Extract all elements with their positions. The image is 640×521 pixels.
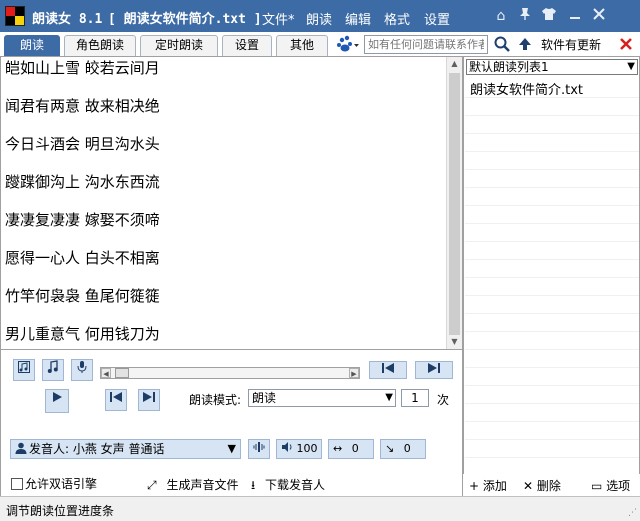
repeat-count-input[interactable]: 1 xyxy=(401,389,429,407)
speed-icon: ↔ xyxy=(333,442,343,455)
playlist-select[interactable]: 默认朗读列表1 ▼ xyxy=(466,59,638,75)
music-file-icon[interactable] xyxy=(13,359,35,381)
volume-control[interactable]: 100 xyxy=(276,439,322,459)
pitch-value: 0 xyxy=(403,442,411,455)
add-button[interactable]: + 添加 xyxy=(469,477,507,494)
status-text: 调节朗读位置进度条 xyxy=(6,504,115,518)
playlist-actions: + 添加 ✕ 删除 ▭ 选项 xyxy=(463,474,640,496)
minimize-icon[interactable] xyxy=(566,7,584,25)
shirt-icon[interactable] xyxy=(540,7,558,25)
music-note-icon[interactable] xyxy=(42,359,64,381)
voice-select[interactable]: 发音人: 小燕 女声 普通话 ▼ xyxy=(10,439,241,459)
generate-audio-button[interactable]: ⤢ 生成声音文件 xyxy=(147,476,238,493)
speaker-waves-icon[interactable] xyxy=(248,439,270,459)
generate-audio-label: 生成声音文件 xyxy=(166,478,239,492)
app-logo xyxy=(5,6,25,26)
mode-select[interactable]: 朗读 ▼ xyxy=(248,389,396,407)
playback-controls: ◀ ▶ 朗读模式: 朗读 ▼ 1 次 发音人: 小燕 女声 普通话 ▼ 100 xyxy=(0,350,463,496)
text-editor[interactable]: 皑如山上雪 皎若云间月 闻君有两意 故来相决绝 今日斗酒会 明旦沟水头 躞蹀御沟… xyxy=(0,56,463,350)
tab-settings[interactable]: 设置 xyxy=(222,35,272,56)
resize-grip-icon[interactable]: ⋰ xyxy=(628,508,637,518)
chevron-down-icon: ▼ xyxy=(227,442,236,455)
download-voice-button[interactable]: ⭳ 下载发音人 xyxy=(251,476,325,497)
microphone-icon[interactable] xyxy=(71,359,93,381)
progress-slider[interactable]: ◀ ▶ xyxy=(100,367,360,379)
document-title: [ 朗读女软件简介.txt ] xyxy=(108,12,262,27)
delete-button[interactable]: ✕ 删除 xyxy=(523,477,561,494)
add-label: 添加 xyxy=(482,479,507,493)
menu-file[interactable]: 文件* xyxy=(262,9,295,28)
volume-icon xyxy=(281,441,293,459)
search-field[interactable] xyxy=(364,35,488,54)
scroll-up-icon[interactable]: ▲ xyxy=(447,57,462,71)
mode-select-value: 朗读 xyxy=(252,391,277,405)
skip-forward-button[interactable] xyxy=(415,361,453,379)
chevron-down-icon: ▼ xyxy=(385,392,393,403)
menu-edit[interactable]: 编辑 xyxy=(345,9,371,28)
text-line: 今日斗酒会 明旦沟水头 xyxy=(5,135,160,153)
volume-value: 100 xyxy=(296,442,318,455)
window-icon: ▭ xyxy=(591,479,603,493)
checkbox[interactable] xyxy=(11,478,23,490)
search-icon[interactable] xyxy=(493,35,511,53)
app-title: 朗读女 8.1 xyxy=(32,12,103,27)
paw-icon[interactable] xyxy=(336,35,360,54)
scroll-down-icon[interactable]: ▼ xyxy=(447,335,462,349)
next-button[interactable] xyxy=(138,389,160,411)
close-icon[interactable] xyxy=(590,7,608,25)
text-line: 躞蹀御沟上 沟水东西流 xyxy=(5,173,160,191)
update-icon[interactable] xyxy=(518,37,532,51)
repeat-unit-label: 次 xyxy=(437,393,450,407)
person-icon xyxy=(15,441,27,454)
tab-other[interactable]: 其他 xyxy=(276,35,328,56)
options-button[interactable]: ▭ 选项 xyxy=(591,477,630,494)
playlist-select-value: 默认朗读列表1 xyxy=(469,60,549,74)
update-link[interactable]: 软件有更新 xyxy=(541,36,601,53)
generate-icon: ⤢ xyxy=(147,478,157,492)
menu-read[interactable]: 朗读 xyxy=(306,9,332,28)
playlist-panel: 默认朗读列表1 ▼ 朗读女软件简介.txt xyxy=(463,56,640,496)
close-panel-icon[interactable] xyxy=(618,36,634,52)
search-input[interactable] xyxy=(368,38,484,51)
download-icon: ⭳ xyxy=(251,478,256,492)
download-voice-label: 下载发音人 xyxy=(265,478,326,492)
mode-label: 朗读模式: xyxy=(189,393,242,407)
text-line: 皑如山上雪 皎若云间月 xyxy=(5,59,160,77)
tab-timed-read[interactable]: 定时朗读 xyxy=(140,35,218,56)
pin-icon[interactable] xyxy=(516,7,534,25)
text-line: 男儿重意气 何用钱刀为 xyxy=(5,325,160,343)
text-line: 竹竿何袅袅 鱼尾何簁簁 xyxy=(5,287,160,305)
text-line: 凄凄复凄凄 嫁娶不须啼 xyxy=(5,211,160,229)
tab-read[interactable]: 朗读 xyxy=(4,35,60,56)
speed-value: 0 xyxy=(351,442,359,455)
dual-engine-toggle[interactable]: 允许双语引擎 xyxy=(11,475,97,492)
playlist-item[interactable]: 朗读女软件简介.txt xyxy=(470,79,583,98)
play-button[interactable] xyxy=(45,389,69,413)
plus-icon: + xyxy=(469,479,480,493)
text-line: 愿得一心人 白头不相离 xyxy=(5,249,160,267)
text-line: 闻君有两意 故来相决绝 xyxy=(5,97,160,115)
chevron-right-icon[interactable]: ▶ xyxy=(349,368,359,378)
speed-control[interactable]: ↔ 0 xyxy=(328,439,374,459)
scroll-thumb[interactable] xyxy=(449,73,460,335)
chevron-down-icon: ▼ xyxy=(627,61,635,72)
skip-back-button[interactable] xyxy=(369,361,407,379)
previous-button[interactable] xyxy=(105,389,127,411)
vertical-scrollbar[interactable]: ▲ ▼ xyxy=(446,57,462,349)
chevron-left-icon[interactable]: ◀ xyxy=(101,368,111,378)
menu-format[interactable]: 格式 xyxy=(384,9,410,28)
title-bar: 朗读女 8.1 [ 朗读女软件简介.txt ] 文件* 朗读 编辑 格式 设置 … xyxy=(0,0,640,32)
status-bar: 调节朗读位置进度条 ⋰ xyxy=(0,496,640,521)
tab-role-read[interactable]: 角色朗读 xyxy=(64,35,136,56)
dual-engine-label: 允许双语引擎 xyxy=(25,477,98,491)
home-icon[interactable]: ⌂ xyxy=(492,7,510,25)
x-icon: ✕ xyxy=(523,479,534,493)
menu-settings[interactable]: 设置 xyxy=(424,9,450,28)
voice-select-value: 发音人: 小燕 女声 普通话 xyxy=(29,442,165,456)
pitch-icon: ↘ xyxy=(385,442,395,455)
pitch-control[interactable]: ↘ 0 xyxy=(380,439,426,459)
options-label: 选项 xyxy=(606,479,631,493)
delete-label: 删除 xyxy=(536,479,561,493)
progress-thumb[interactable] xyxy=(115,368,129,378)
